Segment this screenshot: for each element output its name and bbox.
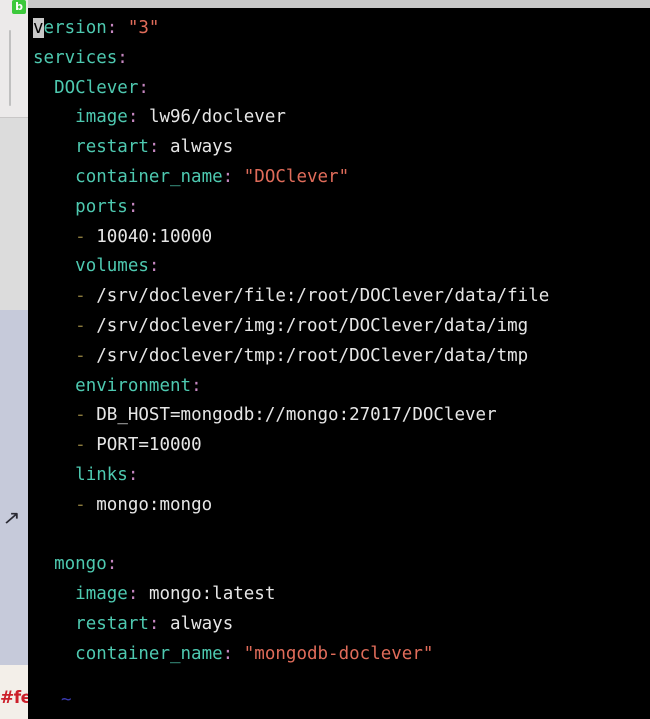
list-dash: - xyxy=(75,435,86,456)
scrollbar-thumb[interactable] xyxy=(9,30,11,106)
yaml-value: always xyxy=(170,613,234,634)
list-value: /srv/doclever/file:/root/DOClever/data/f… xyxy=(96,286,550,307)
yaml-colon: : xyxy=(127,107,139,128)
yaml-key: image xyxy=(75,107,128,128)
yaml-colon: : xyxy=(106,18,118,38)
yaml-key: volumes xyxy=(75,256,149,277)
desktop-left-strip: ↗ #fe xyxy=(0,0,28,719)
yaml-key: restart xyxy=(75,137,149,158)
code-line: ports: xyxy=(28,193,650,223)
code-line: - 10040:10000 xyxy=(28,223,650,253)
terminal-window[interactable]: version: "3" services: DOClever: image: l… xyxy=(28,0,650,719)
screen: ↗ #fe b version: "3" services: DOClever: … xyxy=(0,0,650,719)
partial-red-label: #fe xyxy=(0,688,28,708)
code-line: restart: always xyxy=(28,133,650,163)
yaml-key: restart xyxy=(75,613,149,634)
yaml-colon: : xyxy=(106,554,118,575)
yaml-key: DOClever xyxy=(54,77,139,98)
code-line: restart: always xyxy=(28,610,650,640)
yaml-key: ports xyxy=(75,196,128,217)
list-value: mongo:mongo xyxy=(96,494,213,515)
list-value: PORT=10000 xyxy=(96,435,202,456)
arrow-icon: ↗ xyxy=(2,507,21,529)
code-line: DOClever: xyxy=(28,74,650,104)
prompt-tilde: ~ xyxy=(61,690,72,710)
code-line: image: lw96/doclever xyxy=(28,103,650,133)
sidebar-divider xyxy=(0,117,28,118)
sidebar-band-lavender xyxy=(0,310,28,665)
text-cursor: v xyxy=(33,18,44,38)
yaml-colon: : xyxy=(138,77,149,98)
code-line: volumes: xyxy=(28,252,650,282)
yaml-colon: : xyxy=(148,256,160,277)
code-line: - mongo:mongo xyxy=(28,491,650,521)
sidebar-band-white xyxy=(0,118,28,310)
yaml-string-value: "DOClever" xyxy=(243,166,350,187)
list-value: DB_HOST=mongodb://mongo:27017/DOClever xyxy=(96,405,497,426)
code-line: - /srv/doclever/tmp:/root/DOClever/data/… xyxy=(28,342,650,372)
yaml-value: lw96/doclever xyxy=(148,107,286,128)
yaml-colon: : xyxy=(127,584,139,605)
list-dash: - xyxy=(75,494,86,515)
yaml-key: version xyxy=(33,18,107,38)
yaml-key: environment xyxy=(75,375,192,396)
yaml-key: links xyxy=(75,464,128,485)
yaml-colon: : xyxy=(127,196,139,217)
sidebar-band-top-gray xyxy=(0,0,28,118)
yaml-editor-content[interactable]: version: "3" services: DOClever: image: l… xyxy=(28,8,650,670)
list-value: /srv/doclever/img:/root/DOClever/data/im… xyxy=(96,315,529,336)
green-app-badge-glyph: b xyxy=(15,0,23,13)
terminal-title-bar[interactable] xyxy=(28,0,650,8)
code-line: image: mongo:latest xyxy=(28,580,650,610)
code-line: version: "3" xyxy=(28,14,650,44)
code-line: environment: xyxy=(28,372,650,402)
yaml-key: container_name xyxy=(75,166,223,187)
list-dash: - xyxy=(75,405,86,426)
yaml-value: mongo:latest xyxy=(148,584,276,605)
green-app-badge-icon[interactable]: b xyxy=(12,0,26,14)
list-dash: - xyxy=(75,286,86,307)
code-line: container_name: "mongodb-doclever" xyxy=(28,640,650,670)
code-line: links: xyxy=(28,461,650,491)
code-line: services: xyxy=(28,44,650,74)
yaml-key: services xyxy=(33,47,118,68)
code-line: mongo: xyxy=(28,550,650,580)
list-value: 10040:10000 xyxy=(96,226,213,247)
yaml-colon: : xyxy=(222,643,234,664)
yaml-colon: : xyxy=(127,464,139,485)
yaml-value: always xyxy=(170,137,234,158)
yaml-colon: : xyxy=(148,613,160,634)
yaml-colon: : xyxy=(148,137,160,158)
code-line: - PORT=10000 xyxy=(28,431,650,461)
yaml-string-value: "3" xyxy=(127,18,160,38)
code-line: - /srv/doclever/file:/root/DOClever/data… xyxy=(28,282,650,312)
yaml-colon: : xyxy=(117,47,128,68)
list-value: /srv/doclever/tmp:/root/DOClever/data/tm… xyxy=(96,345,529,366)
list-dash: - xyxy=(75,226,86,247)
list-dash: - xyxy=(75,345,86,366)
code-line: - /srv/doclever/img:/root/DOClever/data/… xyxy=(28,312,650,342)
code-line: container_name: "DOClever" xyxy=(28,163,650,193)
yaml-colon: : xyxy=(191,375,202,396)
yaml-string-value: "mongodb-doclever" xyxy=(243,643,434,664)
yaml-key: mongo xyxy=(54,554,107,575)
yaml-key: container_name xyxy=(75,643,223,664)
code-line: - DB_HOST=mongodb://mongo:27017/DOClever xyxy=(28,401,650,431)
yaml-colon: : xyxy=(222,166,234,187)
list-dash: - xyxy=(75,315,86,336)
yaml-key: image xyxy=(75,584,128,605)
